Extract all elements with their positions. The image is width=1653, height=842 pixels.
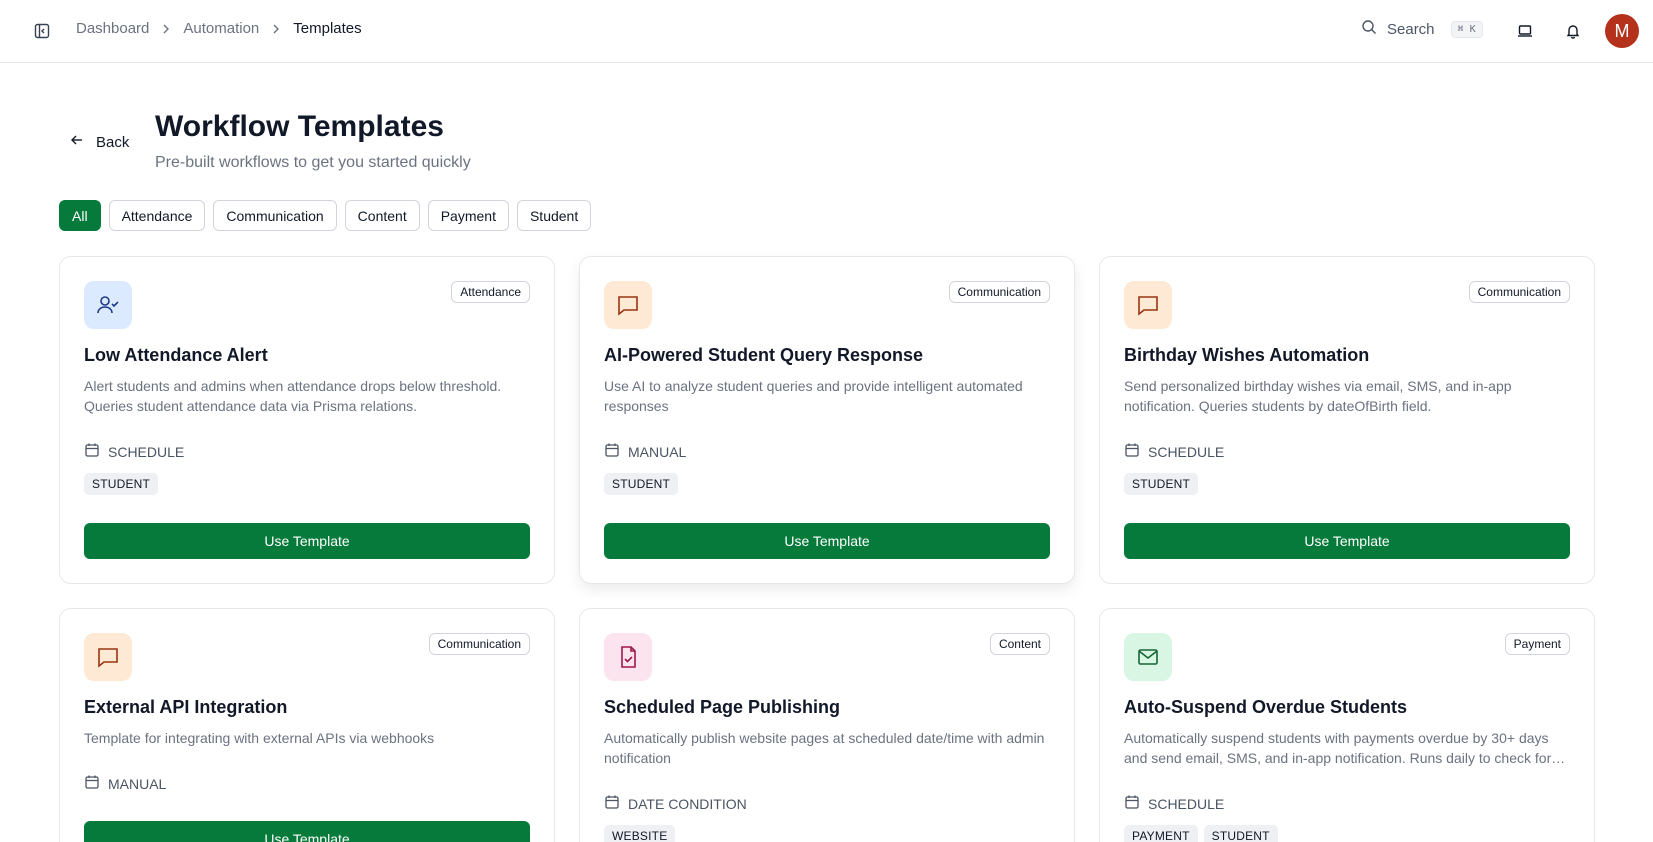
- search-shortcut: ⌘ K: [1450, 21, 1483, 38]
- back-label: Back: [96, 133, 130, 151]
- card-title: Auto-Suspend Overdue Students: [1124, 697, 1408, 717]
- card-description: Alert students and admins when attendanc…: [84, 378, 502, 414]
- template-card: Communication External API Integration T…: [59, 608, 555, 842]
- template-card: Communication AI-Powered Student Query R…: [579, 256, 1075, 584]
- tag: STUDENT: [1124, 473, 1199, 495]
- calendar-icon: [84, 442, 100, 461]
- breadcrumb-templates: Templates: [293, 20, 362, 37]
- calendar-icon: [84, 774, 100, 793]
- card-tags: STUDENT: [604, 473, 679, 495]
- card-description: Use AI to analyze student queries and pr…: [604, 378, 1023, 414]
- mail-icon: [1124, 633, 1172, 681]
- search-button[interactable]: Search ⌘ K: [1361, 19, 1483, 40]
- filter-payment[interactable]: Payment: [427, 200, 509, 231]
- use-template-button[interactable]: Use Template: [604, 523, 1050, 559]
- category-badge: Communication: [948, 281, 1050, 303]
- template-card: Attendance Low Attendance Alert Alert st…: [59, 256, 555, 584]
- card-title: AI-Powered Student Query Response: [604, 345, 924, 365]
- category-filters: All Attendance Communication Content Pay…: [59, 200, 592, 231]
- card-title: Scheduled Page Publishing: [604, 697, 841, 717]
- card-tags: WEBSITE: [604, 825, 676, 842]
- tag: STUDENT: [1203, 825, 1278, 842]
- filter-all[interactable]: All: [59, 200, 101, 231]
- search-icon: [1361, 19, 1377, 40]
- calendar-icon: [604, 794, 620, 813]
- card-title: External API Integration: [84, 697, 288, 717]
- card-tags: PAYMENT STUDENT: [1124, 825, 1278, 842]
- page-title: Workflow Templates: [155, 110, 444, 143]
- message-square-icon: [604, 281, 652, 329]
- file-check-icon: [604, 633, 652, 681]
- search-label: Search: [1387, 21, 1435, 38]
- use-template-button[interactable]: Use Template: [1124, 523, 1570, 559]
- back-button[interactable]: Back: [70, 133, 129, 151]
- message-square-icon: [84, 633, 132, 681]
- card-trigger: MANUAL: [84, 774, 166, 793]
- trigger-label: SCHEDULE: [1148, 795, 1225, 812]
- tag: STUDENT: [84, 473, 159, 495]
- page-subtitle: Pre-built workflows to get you started q…: [155, 154, 471, 171]
- tag: WEBSITE: [604, 825, 676, 842]
- use-template-button[interactable]: Use Template: [84, 523, 530, 559]
- breadcrumb-dashboard[interactable]: Dashboard: [76, 20, 149, 37]
- tag: PAYMENT: [1124, 825, 1198, 842]
- card-description: Automatically publish website pages at s…: [604, 730, 1045, 766]
- calendar-icon: [604, 442, 620, 461]
- card-description: Send personalized birthday wishes via em…: [1124, 378, 1512, 414]
- card-trigger: DATE CONDITION: [604, 794, 747, 813]
- trigger-label: MANUAL: [628, 443, 687, 460]
- card-tags: STUDENT: [84, 473, 159, 495]
- calendar-icon: [1124, 794, 1140, 813]
- trigger-label: DATE CONDITION: [628, 795, 747, 812]
- use-template-button[interactable]: Use Template: [84, 821, 530, 842]
- card-trigger: MANUAL: [604, 442, 686, 461]
- trigger-label: MANUAL: [108, 775, 167, 792]
- filter-attendance[interactable]: Attendance: [108, 200, 206, 231]
- tag: STUDENT: [604, 473, 679, 495]
- card-title: Birthday Wishes Automation: [1124, 345, 1370, 365]
- breadcrumb-automation[interactable]: Automation: [183, 20, 259, 37]
- breadcrumb: Dashboard Automation Templates: [76, 20, 362, 37]
- calendar-icon: [1124, 442, 1140, 461]
- trigger-label: SCHEDULE: [1148, 443, 1225, 460]
- chevron-right-icon: [161, 24, 171, 34]
- arrow-left-icon: [70, 133, 84, 151]
- filter-student[interactable]: Student: [516, 200, 592, 231]
- top-bar: Dashboard Automation Templates Search ⌘ …: [0, 0, 1653, 63]
- category-badge: Attendance: [451, 281, 530, 303]
- template-card: Communication Birthday Wishes Automation…: [1099, 256, 1595, 584]
- user-check-icon: [84, 281, 132, 329]
- card-trigger: SCHEDULE: [84, 442, 184, 461]
- card-description: Template for integrating with external A…: [84, 730, 435, 746]
- card-trigger: SCHEDULE: [1124, 794, 1224, 813]
- category-badge: Communication: [428, 633, 530, 655]
- bell-icon[interactable]: [1563, 21, 1583, 41]
- category-badge: Communication: [1468, 281, 1570, 303]
- sidebar-toggle-icon[interactable]: [32, 21, 52, 41]
- card-description: Automatically suspend students with paym…: [1124, 730, 1552, 766]
- filter-communication[interactable]: Communication: [213, 200, 337, 231]
- message-square-icon: [1124, 281, 1172, 329]
- template-card: Payment Auto-Suspend Overdue Students Au…: [1099, 608, 1595, 842]
- template-card: Content Scheduled Page Publishing Automa…: [579, 608, 1075, 842]
- card-tags: STUDENT: [1124, 473, 1199, 495]
- category-badge: Payment: [1504, 633, 1570, 655]
- filter-content[interactable]: Content: [344, 200, 420, 231]
- avatar[interactable]: M: [1605, 14, 1639, 48]
- card-title: Low Attendance Alert: [84, 345, 268, 365]
- card-trigger: SCHEDULE: [1124, 442, 1224, 461]
- category-badge: Content: [989, 633, 1050, 655]
- laptop-icon[interactable]: [1515, 21, 1535, 41]
- trigger-label: SCHEDULE: [108, 443, 185, 460]
- chevron-right-icon: [271, 24, 281, 34]
